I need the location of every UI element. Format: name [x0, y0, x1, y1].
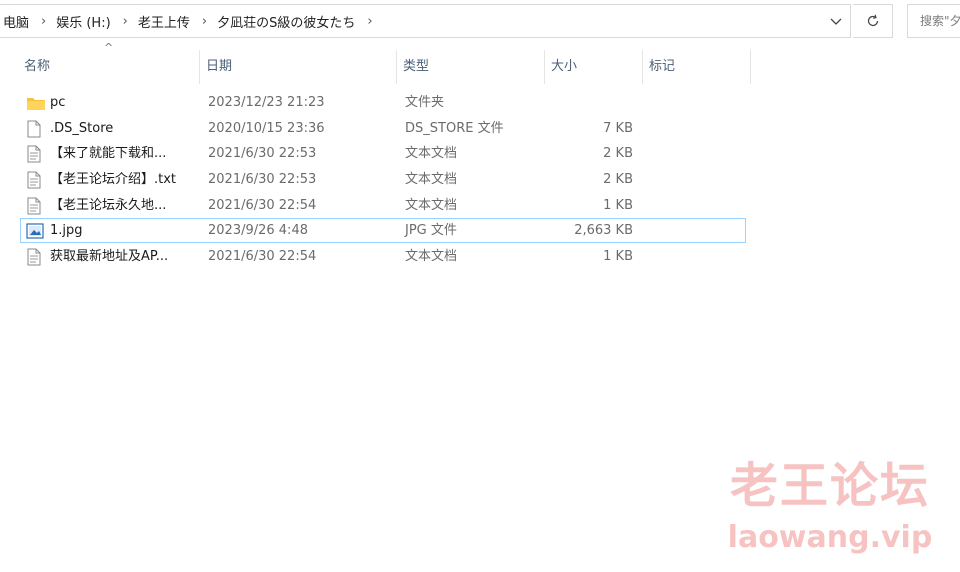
address-bar[interactable]: 电脑 › 娱乐 (H:) › 老王上传 › 夕凪荘のS級の彼女たち ›: [0, 4, 851, 38]
breadcrumb-item-drive[interactable]: 娱乐 (H:): [52, 12, 116, 31]
file-row-text[interactable]: 【来了就能下载和... 2021/6/30 22:53 文本文档 2 KB: [0, 141, 760, 167]
file-size: 1 KB: [603, 197, 633, 213]
breadcrumb-item-computer[interactable]: 电脑: [0, 12, 35, 31]
file-name: 【老王论坛介绍】.txt: [50, 172, 177, 188]
text-file-icon: [26, 167, 46, 193]
file-row-ds-store[interactable]: .DS_Store 2020/10/15 23:36 DS_STORE 文件 7…: [0, 116, 760, 142]
file-row-text[interactable]: 【老王论坛介绍】.txt 2021/6/30 22:53 文本文档 2 KB: [0, 167, 760, 193]
watermark: 老王论坛 laowang.vip: [700, 456, 960, 558]
file-type: 文本文档: [405, 172, 458, 188]
file-size: 2 KB: [603, 146, 633, 162]
file-icon: [26, 116, 46, 142]
file-size: [544, 90, 633, 116]
refresh-icon: [867, 14, 878, 27]
folder-icon: [26, 90, 46, 116]
file-size: 2,663 KB: [574, 223, 633, 239]
file-date: 2021/6/30 22:53: [208, 172, 317, 188]
file-explorer-window: 电脑 › 娱乐 (H:) › 老王上传 › 夕凪荘のS級の彼女たち › 搜索"夕…: [0, 0, 960, 572]
text-file-icon: [26, 193, 46, 219]
file-size: 7 KB: [603, 120, 633, 136]
file-size: 2 KB: [603, 172, 633, 188]
file-row-text[interactable]: 【老王论坛永久地... 2021/6/30 22:54 文本文档 1 KB: [0, 193, 760, 219]
file-date: 2023/9/26 4:48: [208, 223, 308, 239]
file-type: 文本文档: [405, 197, 458, 213]
breadcrumb-chevron-icon[interactable]: ›: [117, 14, 134, 29]
column-header-name[interactable]: 名称: [18, 48, 198, 86]
file-date: 2021/6/30 22:54: [208, 249, 317, 265]
file-name: 1.jpg: [50, 223, 83, 239]
file-type: 文本文档: [405, 249, 458, 265]
file-date: 2021/6/30 22:53: [208, 146, 317, 162]
column-header-size[interactable]: 大小: [545, 48, 641, 86]
address-history-dropdown[interactable]: [826, 12, 846, 32]
column-header-row: ^ 名称 日期 类型 大小 标记: [0, 42, 760, 86]
file-type: JPG 文件: [405, 223, 457, 239]
watermark-text-cn: 老王论坛: [729, 458, 930, 514]
file-row-image-selected[interactable]: 1.jpg 2023/9/26 4:48 JPG 文件 2,663 KB: [0, 218, 760, 244]
breadcrumb-chevron-icon[interactable]: ›: [361, 14, 378, 29]
column-divider[interactable]: [750, 50, 751, 84]
file-name: 【来了就能下载和...: [50, 146, 167, 162]
file-row-text[interactable]: 获取最新地址及AP... 2021/6/30 22:54 文本文档 1 KB: [0, 244, 760, 270]
file-type: DS_STORE 文件: [405, 120, 504, 136]
column-header-type[interactable]: 类型: [397, 48, 543, 86]
search-input[interactable]: 搜索"夕: [907, 4, 960, 38]
file-date: 2023/12/23 21:23: [208, 95, 325, 110]
file-row-pc[interactable]: pc 2023/12/23 21:23 文件夹: [0, 90, 760, 116]
file-name: 获取最新地址及AP...: [50, 249, 169, 265]
file-list: pc 2023/12/23 21:23 文件夹 .DS_Store 2020/1…: [0, 90, 760, 270]
address-bar-row: 电脑 › 娱乐 (H:) › 老王上传 › 夕凪荘のS級の彼女たち › 搜索"夕: [0, 0, 960, 42]
file-name: 【老王论坛永久地...: [50, 197, 167, 213]
column-header-date[interactable]: 日期: [200, 48, 395, 86]
text-file-icon: [26, 244, 46, 270]
file-date: 2021/6/30 22:54: [208, 197, 317, 213]
breadcrumb-chevron-icon[interactable]: ›: [196, 14, 213, 29]
file-type: 文本文档: [405, 146, 458, 162]
breadcrumb-item-current[interactable]: 夕凪荘のS級の彼女たち: [213, 12, 361, 31]
text-file-icon: [26, 141, 46, 167]
chevron-down-icon: [830, 18, 842, 25]
file-type: 文件夹: [405, 95, 445, 110]
breadcrumb-chevron-icon[interactable]: ›: [35, 14, 52, 29]
file-date: 2020/10/15 23:36: [208, 120, 325, 136]
image-file-icon: [26, 218, 46, 244]
file-size: 1 KB: [603, 249, 633, 265]
file-name: pc: [50, 95, 66, 110]
breadcrumb-item-folder[interactable]: 老王上传: [134, 12, 196, 31]
refresh-button[interactable]: [853, 4, 893, 38]
file-name: .DS_Store: [50, 120, 114, 136]
column-header-tags[interactable]: 标记: [643, 48, 749, 86]
watermark-text-en: laowang.vip: [727, 520, 933, 555]
